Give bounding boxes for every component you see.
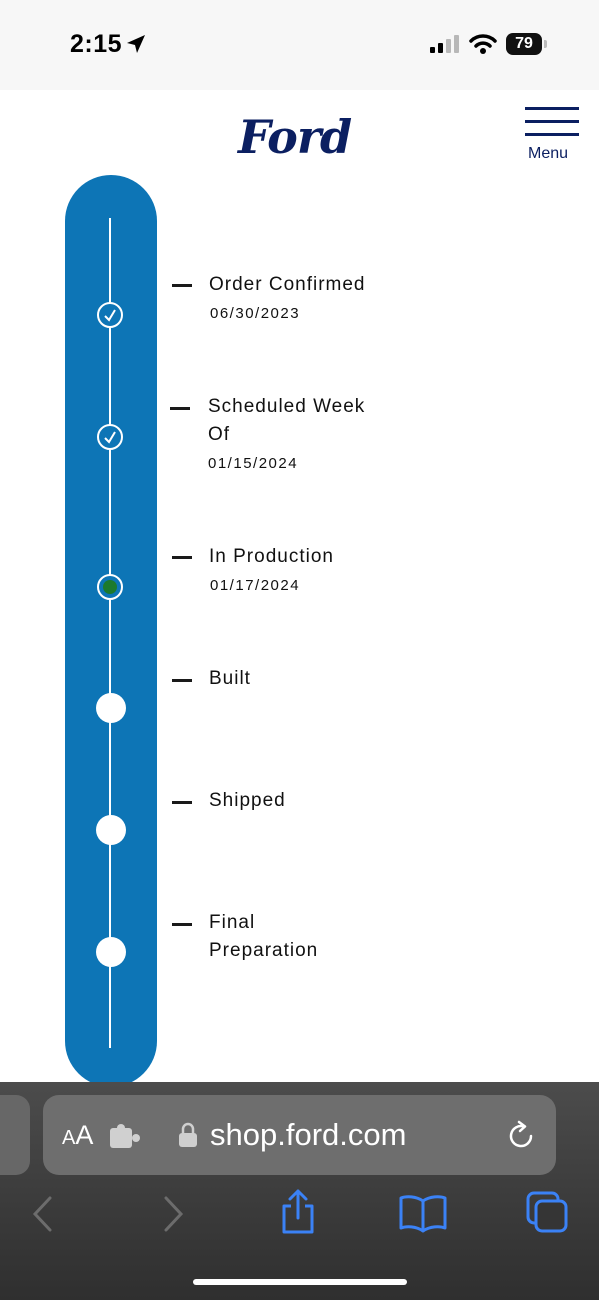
step-date: 01/17/2024	[210, 577, 301, 594]
extension-icon[interactable]	[109, 1124, 141, 1150]
step-date: 01/15/2024	[208, 455, 299, 472]
step-title: Built	[209, 668, 251, 689]
menu-button[interactable]: Menu	[522, 105, 580, 165]
step-title: Scheduled Week	[208, 396, 366, 417]
home-indicator	[193, 1279, 407, 1285]
cellular-signal-icon	[430, 35, 462, 53]
step-dash	[172, 679, 192, 682]
step-node-pending	[96, 693, 126, 723]
step-node-pending	[96, 937, 126, 967]
location-arrow-icon	[127, 35, 145, 53]
check-icon	[104, 431, 116, 444]
aa-big: A	[75, 1120, 94, 1150]
step-title-line2: Of	[208, 424, 231, 445]
step-dash	[170, 407, 190, 410]
chevron-left-icon[interactable]	[30, 1195, 56, 1233]
hamburger-menu-icon	[525, 107, 579, 110]
book-icon[interactable]	[398, 1193, 448, 1233]
wifi-icon	[469, 34, 497, 54]
tabs-icon[interactable]	[524, 1190, 572, 1234]
step-title: Order Confirmed	[209, 274, 366, 295]
menu-label: Menu	[528, 145, 569, 162]
aa-small: A	[62, 1127, 76, 1149]
step-dash	[172, 801, 192, 804]
previous-tab-preview[interactable]	[0, 1095, 30, 1175]
page-settings-button[interactable]: AA	[62, 1120, 93, 1151]
step-title: Shipped	[209, 790, 286, 811]
hamburger-bar	[525, 120, 579, 123]
step-node-done	[97, 424, 123, 450]
check-icon	[104, 309, 116, 322]
share-icon[interactable]	[278, 1188, 318, 1236]
progress-line	[109, 218, 111, 1048]
status-time: 2:15	[70, 30, 123, 58]
step-title-line2: Preparation	[209, 940, 319, 961]
url-text[interactable]: shop.ford.com	[210, 1117, 406, 1153]
hamburger-bar	[525, 133, 579, 136]
step-dash	[172, 284, 192, 287]
battery-cap	[544, 40, 547, 48]
step-date: 06/30/2023	[210, 305, 301, 322]
reload-icon[interactable]	[505, 1120, 537, 1152]
step-dash	[172, 923, 192, 926]
ford-logo[interactable]: Ford	[238, 110, 352, 164]
step-node-pending	[96, 815, 126, 845]
current-step-dot	[103, 580, 117, 594]
chevron-right-icon[interactable]	[160, 1195, 186, 1233]
lock-icon	[179, 1122, 197, 1147]
step-title: Final	[209, 912, 256, 933]
battery-icon: 79	[506, 33, 542, 55]
step-title: In Production	[209, 546, 334, 567]
step-dash	[172, 556, 192, 559]
step-node-done	[97, 302, 123, 328]
step-node-current	[97, 574, 123, 600]
